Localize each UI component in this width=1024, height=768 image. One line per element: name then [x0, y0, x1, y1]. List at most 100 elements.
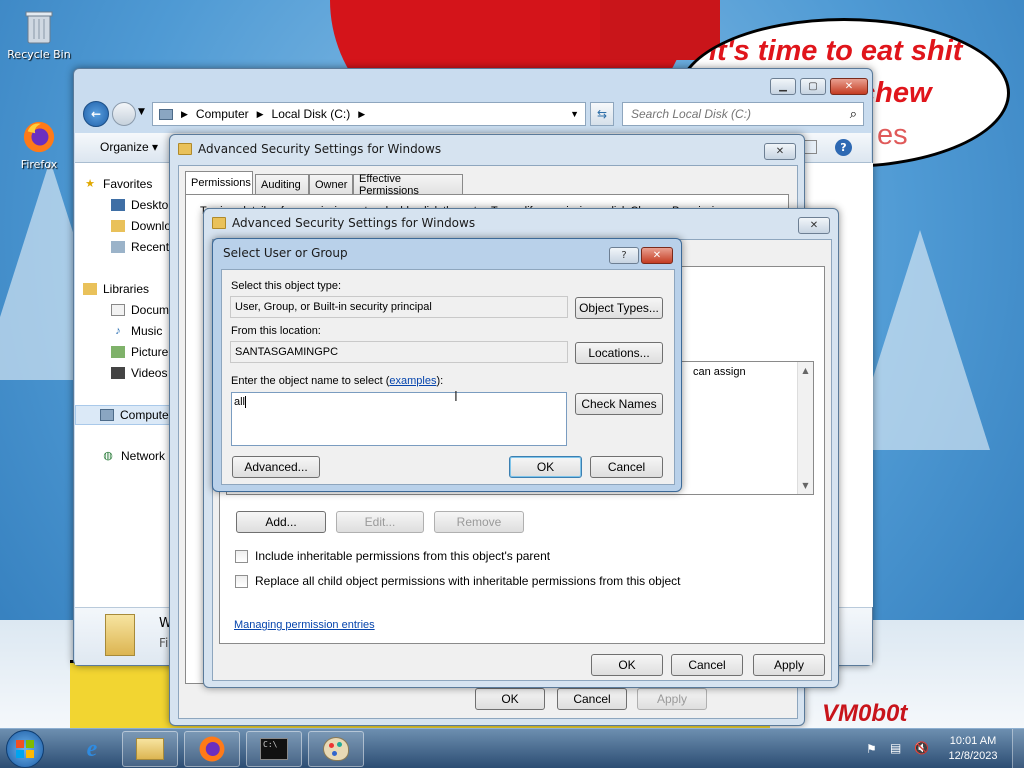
taskbar-internet-explorer[interactable]: e [64, 731, 120, 767]
tab-owner[interactable]: Owner [309, 174, 353, 194]
internet-explorer-icon: e [86, 735, 98, 762]
apply-button[interactable]: Apply [637, 688, 707, 710]
preview-pane-icon[interactable] [803, 140, 817, 154]
start-button[interactable] [6, 730, 44, 768]
desktop-icon [111, 199, 125, 211]
cancel-button[interactable]: Cancel [557, 688, 627, 710]
breadcrumb-computer[interactable]: Computer [196, 107, 249, 121]
nav-downloads[interactable]: Downlo [111, 219, 171, 233]
close-button[interactable]: ✕ [798, 217, 830, 234]
close-button[interactable]: ✕ [641, 247, 673, 264]
window-title: Advanced Security Settings for Windows [198, 142, 442, 156]
check-names-button[interactable]: Check Names [575, 393, 663, 415]
library-icon [83, 283, 97, 295]
replace-child-label: Replace all child object permissions wit… [255, 574, 681, 588]
music-icon: ♪ [115, 325, 121, 337]
folder-large-icon [105, 614, 135, 656]
action-center-icon[interactable]: ⚑ [866, 742, 877, 756]
advanced-button[interactable]: Advanced... [232, 456, 320, 478]
include-inheritable-checkbox[interactable] [235, 550, 248, 563]
tab-effective-permissions[interactable]: Effective Permissions [353, 173, 463, 197]
search-input[interactable] [631, 107, 831, 121]
nav-music[interactable]: ♪ Music [111, 324, 162, 338]
breadcrumb-separator: ▶ [256, 108, 264, 119]
tab-permissions[interactable]: Permissions [185, 171, 253, 194]
managing-permissions-link[interactable]: Managing permission entries [234, 619, 375, 631]
history-chevron-icon[interactable]: ▼ [138, 107, 145, 117]
address-bar[interactable]: ▶ Computer ▶ Local Disk (C:) ▶ ▼ [152, 102, 586, 126]
nav-videos[interactable]: Videos [111, 366, 167, 380]
locations-button[interactable]: Locations... [575, 342, 663, 364]
include-inheritable-label: Include inheritable permissions from thi… [255, 549, 551, 563]
show-desktop-button[interactable] [1012, 729, 1024, 768]
scroll-up-icon[interactable]: ▲ [798, 366, 813, 375]
ok-button[interactable]: OK [509, 456, 582, 478]
windows-logo-icon [16, 740, 34, 758]
desktop-icon-recycle-bin[interactable]: Recycle Bin [3, 8, 75, 61]
remove-button[interactable]: Remove [434, 511, 524, 533]
ok-button[interactable]: OK [475, 688, 545, 710]
close-button[interactable]: ✕ [830, 78, 868, 95]
add-button[interactable]: Add... [236, 511, 326, 533]
nav-network[interactable]: ◍ Network [101, 449, 165, 463]
list-scrollbar[interactable]: ▲ ▼ [797, 362, 813, 494]
nav-documents[interactable]: Docum [111, 303, 169, 317]
network-tray-icon[interactable]: ▤ [890, 741, 901, 755]
maximize-button[interactable]: ▢ [800, 78, 826, 95]
cancel-button[interactable]: Cancel [671, 654, 743, 676]
star-icon: ★ [85, 178, 95, 190]
replace-child-checkbox[interactable] [235, 575, 248, 588]
tab-auditing[interactable]: Auditing [255, 174, 309, 194]
navigation-pane: ★ Favorites Deskto Downlo Recent Librarie… [75, 163, 171, 607]
clock[interactable]: 10:01 AM 12/8/2023 [940, 734, 1006, 764]
cancel-button[interactable]: Cancel [590, 456, 663, 478]
bubble-line-3: es [877, 119, 908, 151]
object-name-label: Enter the object name to select (example… [231, 375, 444, 387]
network-icon: ◍ [103, 450, 113, 462]
taskbar-paint[interactable] [308, 731, 364, 767]
apply-button[interactable]: Apply [753, 654, 825, 676]
help-button[interactable]: ? [609, 247, 639, 264]
desktop-icon-label: Firefox [20, 158, 58, 171]
address-dropdown-icon[interactable]: ▼ [570, 109, 579, 119]
organize-menu[interactable]: Organize ▾ [100, 140, 158, 154]
nav-desktop[interactable]: Deskto [111, 198, 168, 212]
volume-muted-icon[interactable]: 🔇 [914, 741, 929, 755]
taskbar-command-prompt[interactable]: C:\ [246, 731, 302, 767]
breadcrumb-separator: ▶ [181, 108, 188, 119]
nav-libraries[interactable]: Libraries [83, 282, 149, 296]
list-header-fragment: can assign [693, 366, 746, 378]
desktop-icon-firefox[interactable]: Firefox [3, 118, 75, 171]
refresh-icon[interactable]: ⇆ [590, 102, 614, 126]
wallpaper-hat-edge [600, 0, 720, 60]
nav-favorites[interactable]: ★ Favorites [83, 177, 152, 191]
examples-link[interactable]: examples [389, 375, 436, 387]
title-bar: Advanced Security Settings for Windows [204, 209, 838, 237]
search-icon[interactable]: ⌕ [850, 107, 857, 122]
taskbar-file-explorer[interactable] [122, 731, 178, 767]
object-type-field: User, Group, or Built-in security princi… [230, 296, 568, 318]
object-types-button[interactable]: Object Types... [575, 297, 663, 319]
location-label: From this location: [231, 325, 321, 337]
help-icon[interactable]: ? [835, 139, 852, 156]
breadcrumb-local-disk[interactable]: Local Disk (C:) [272, 107, 351, 121]
document-icon [111, 304, 125, 316]
downloads-icon [111, 220, 125, 232]
breadcrumb-separator: ▶ [358, 108, 366, 119]
nav-pictures[interactable]: Picture [111, 345, 168, 359]
search-box[interactable]: ⌕ [622, 102, 864, 126]
object-name-input[interactable]: all [231, 392, 567, 446]
close-button[interactable]: ✕ [764, 143, 796, 160]
nav-computer[interactable]: Compute [75, 405, 171, 425]
taskbar-firefox[interactable] [184, 731, 240, 767]
tab-strip: Permissions Auditing Owner Effective Per… [185, 171, 785, 197]
location-field: SANTASGAMINGPC [230, 341, 568, 363]
minimize-button[interactable]: ▁ [770, 78, 796, 95]
folder-icon [178, 143, 192, 155]
ok-button[interactable]: OK [591, 654, 663, 676]
nav-recent[interactable]: Recent [111, 240, 169, 254]
scroll-down-icon[interactable]: ▼ [798, 481, 813, 490]
edit-button[interactable]: Edit... [336, 511, 424, 533]
back-button[interactable]: ← [83, 101, 109, 127]
forward-button[interactable] [112, 102, 136, 126]
